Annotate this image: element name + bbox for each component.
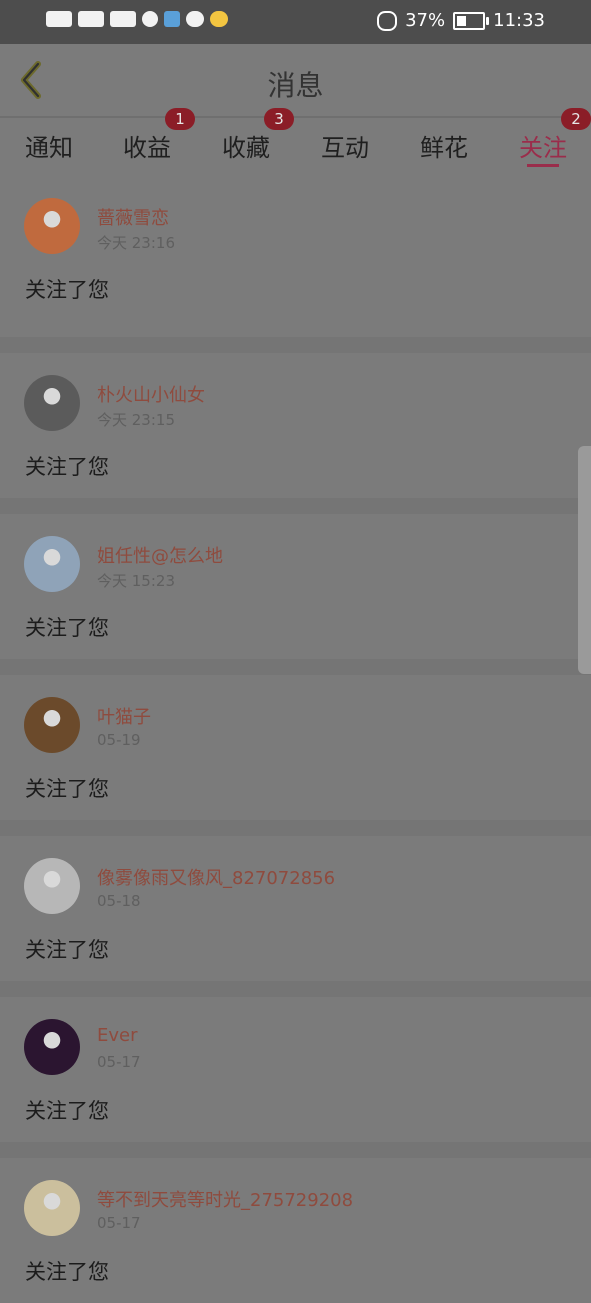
page-title: 消息 — [267, 69, 324, 102]
hotspot-icon — [142, 11, 158, 27]
list-item[interactable]: 姐任性@怎么地 今天 15:23 关注了您 — [0, 498, 591, 659]
message-text: 关注了您 — [25, 1260, 109, 1284]
user-name[interactable]: 等不到天亮等时光_275729208 — [97, 1186, 353, 1212]
list-item[interactable]: 叶猫子 05-19 关注了您 — [0, 659, 591, 820]
avatar[interactable] — [24, 1019, 80, 1075]
message-text: 关注了您 — [25, 455, 109, 479]
message-time: 05-19 — [97, 731, 141, 749]
message-text: 关注了您 — [25, 777, 109, 801]
avatar[interactable] — [24, 1180, 80, 1236]
avatar[interactable] — [24, 536, 80, 592]
message-time: 05-17 — [97, 1214, 141, 1232]
tab-interactions[interactable]: 互动 — [296, 128, 394, 163]
list-item[interactable]: Ever 05-17 关注了您 — [0, 981, 591, 1142]
list-item[interactable]: 朴火山小仙女 今天 23:15 关注了您 — [0, 337, 591, 498]
signal-4g-icon — [78, 11, 104, 27]
message-list[interactable]: 蔷薇雪恋 今天 23:16 关注了您 朴火山小仙女 今天 23:15 关注了您 … — [0, 176, 591, 1303]
hd-icon — [46, 11, 72, 27]
user-name[interactable]: 朴火山小仙女 — [97, 381, 205, 407]
active-tab-indicator — [527, 164, 559, 167]
badge-follows: 2 — [561, 108, 591, 130]
status-right: 37% 11:33 — [377, 10, 545, 31]
message-time: 今天 15:23 — [97, 572, 175, 590]
message-text: 关注了您 — [25, 278, 109, 302]
avatar[interactable] — [24, 375, 80, 431]
avatar[interactable] — [24, 858, 80, 914]
user-name[interactable]: 叶猫子 — [97, 703, 151, 729]
tab-favorites[interactable]: 收藏 — [197, 128, 295, 163]
star-icon — [210, 11, 228, 27]
user-name[interactable]: 像雾像雨又像风_827072856 — [97, 864, 335, 890]
battery-icon — [453, 11, 490, 30]
list-item[interactable]: 等不到天亮等时光_275729208 05-17 关注了您 — [0, 1142, 591, 1303]
tab-follows[interactable]: 关注 — [494, 128, 591, 163]
list-item[interactable]: 像雾像雨又像风_827072856 05-18 关注了您 — [0, 820, 591, 981]
battery-percentage: 37% — [405, 10, 446, 31]
user-name[interactable]: Ever — [97, 1025, 138, 1046]
battery-fill — [457, 15, 467, 26]
message-text: 关注了您 — [25, 616, 109, 640]
avatar[interactable] — [24, 697, 80, 753]
user-name[interactable]: 姐任性@怎么地 — [97, 542, 223, 568]
message-text: 关注了您 — [25, 938, 109, 962]
app-header: 消息 — [0, 44, 591, 118]
badge-earnings: 1 — [165, 108, 195, 130]
status-icons-left — [46, 11, 228, 27]
message-text: 关注了您 — [25, 1099, 109, 1123]
badge-favorites: 3 — [264, 108, 294, 130]
message-time: 今天 23:16 — [97, 234, 175, 252]
scrollbar-handle[interactable] — [578, 446, 591, 674]
mute-icon — [377, 10, 398, 31]
tab-notifications[interactable]: 通知 — [0, 128, 98, 163]
wechat-icon — [186, 11, 204, 27]
message-time: 05-17 — [97, 1053, 141, 1071]
tab-earnings[interactable]: 收益 — [98, 128, 196, 163]
status-bar: 37% 11:33 — [0, 0, 591, 44]
avatar[interactable] — [24, 198, 80, 254]
clock: 11:33 — [493, 10, 545, 31]
signal-4g-icon — [110, 11, 136, 27]
message-time: 05-18 — [97, 892, 141, 910]
list-item[interactable]: 蔷薇雪恋 今天 23:16 关注了您 — [0, 176, 591, 337]
tab-flowers[interactable]: 鲜花 — [395, 128, 493, 163]
app-icon — [164, 11, 180, 27]
tabs-bar: 通知 收益 收藏 互动 鲜花 关注 — [0, 116, 591, 172]
user-name[interactable]: 蔷薇雪恋 — [97, 204, 169, 230]
message-time: 今天 23:15 — [97, 411, 175, 429]
